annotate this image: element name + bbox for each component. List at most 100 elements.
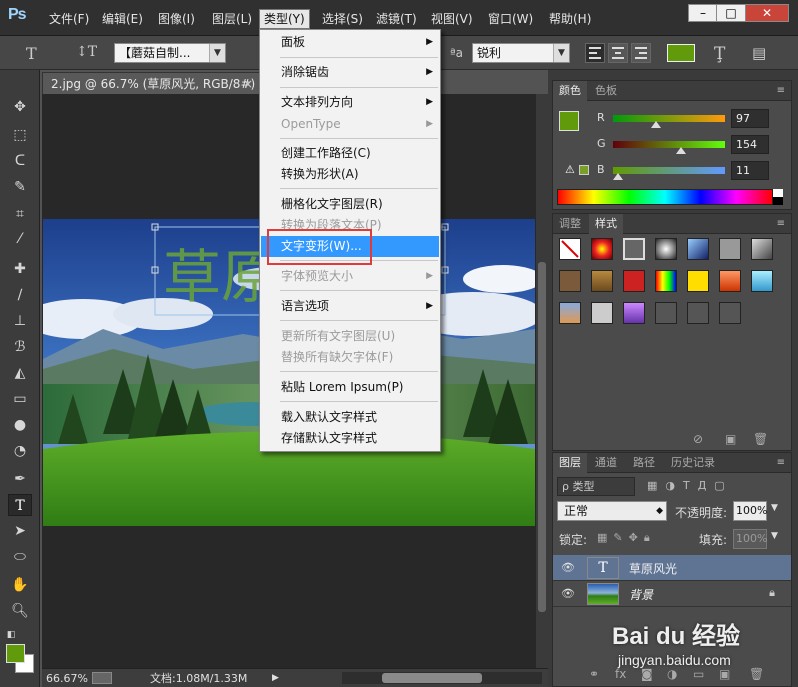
align-center-button[interactable] xyxy=(608,43,628,63)
move-tool-icon[interactable]: ✥ xyxy=(8,96,32,118)
fill-input[interactable]: 100% xyxy=(733,529,767,549)
panel-menu-icon[interactable]: ≡ xyxy=(777,85,785,96)
close-tab-icon[interactable]: × xyxy=(243,73,253,94)
pen-tool-icon[interactable]: ✒ xyxy=(8,468,32,490)
link-layers-icon[interactable]: ⚭ xyxy=(589,667,599,681)
menu-item-antialias[interactable]: 消除锯齿 ▶ xyxy=(261,62,439,83)
style-swatch[interactable] xyxy=(655,302,677,324)
style-swatch[interactable] xyxy=(591,270,613,292)
green-slider[interactable]: G 154 xyxy=(553,135,791,155)
style-swatch[interactable] xyxy=(623,238,645,260)
lock-icons[interactable]: ▦✎✥🔒︎ xyxy=(597,531,656,545)
menu-layer[interactable]: 图层(L) xyxy=(208,10,256,28)
character-panel-icon[interactable]: ▤ xyxy=(752,44,766,62)
layer-name[interactable]: 背景 xyxy=(629,586,653,603)
color-spectrum-bar[interactable] xyxy=(557,189,773,205)
document-tab[interactable]: 2.jpg @ 66.7% (草原风光, RGB/8#) * × xyxy=(42,72,260,94)
horizontal-scrollbar[interactable] xyxy=(342,672,542,684)
layer-filter-icons[interactable]: ▦◑TД▢ xyxy=(647,479,733,492)
menu-item-convert-to-shape[interactable]: 转换为形状(A) xyxy=(261,164,439,185)
new-style-icon[interactable]: ▣ xyxy=(725,432,736,446)
healing-brush-tool-icon[interactable]: ✚ xyxy=(8,258,32,280)
vertical-scrollbar[interactable] xyxy=(536,94,548,668)
eyedropper-tool-icon[interactable]: ⁄ xyxy=(8,228,32,250)
style-swatch[interactable] xyxy=(751,238,773,260)
style-swatch[interactable] xyxy=(559,270,581,292)
menu-item-create-work-path[interactable]: 创建工作路径(C) xyxy=(261,143,439,164)
chevron-down-icon[interactable]: ▼ xyxy=(771,503,778,513)
antialias-select[interactable]: 锐利 ▼ xyxy=(472,43,570,63)
panel-menu-icon[interactable]: ≡ xyxy=(777,457,785,468)
status-icon[interactable] xyxy=(92,672,112,684)
text-color-swatch[interactable] xyxy=(667,44,695,62)
style-swatch[interactable] xyxy=(719,270,741,292)
dodge-tool-icon[interactable]: ◔ xyxy=(8,440,32,462)
style-swatch[interactable] xyxy=(719,302,741,324)
clear-style-icon[interactable]: ⊘ xyxy=(693,432,703,446)
menu-type[interactable]: 类型(Y) xyxy=(259,9,310,29)
tab-adjustments[interactable]: 调整 xyxy=(553,214,587,234)
menu-item-replace-missing-fonts[interactable]: 替换所有缺欠字体(F) xyxy=(261,347,439,368)
black-swatch[interactable] xyxy=(773,197,783,205)
menu-item-text-orientation[interactable]: 文本排列方向 ▶ xyxy=(261,92,439,113)
menu-help[interactable]: 帮助(H) xyxy=(545,10,595,28)
style-swatch[interactable] xyxy=(655,238,677,260)
style-swatch[interactable] xyxy=(559,302,581,324)
delete-style-icon[interactable]: 🗑︎ xyxy=(753,432,768,446)
menu-window[interactable]: 窗口(W) xyxy=(484,10,537,28)
style-swatch[interactable] xyxy=(623,302,645,324)
eraser-tool-icon[interactable]: ◭ xyxy=(8,362,32,384)
style-swatch[interactable] xyxy=(655,270,677,292)
font-family-select[interactable]: 【蘑菇自制... ▼ xyxy=(114,43,226,63)
scrollbar-thumb[interactable] xyxy=(538,262,546,612)
align-right-button[interactable] xyxy=(631,43,651,63)
eye-icon[interactable]: 👁︎ xyxy=(561,561,575,574)
layer-name[interactable]: 草原风光 xyxy=(629,560,677,577)
stamp-tool-icon[interactable]: ⊥ xyxy=(8,310,32,332)
blue-value[interactable]: 11 xyxy=(731,161,769,180)
red-track[interactable] xyxy=(613,115,725,122)
layer-filter-select[interactable]: ρ 类型 xyxy=(557,477,635,496)
red-slider[interactable]: R 97 xyxy=(553,109,791,129)
hand-tool-icon[interactable]: ✋ xyxy=(8,574,32,596)
style-swatch[interactable] xyxy=(623,270,645,292)
align-left-button[interactable] xyxy=(585,43,605,63)
tab-channels[interactable]: 通道 xyxy=(589,453,623,473)
close-window-button[interactable]: ✕ xyxy=(745,4,789,22)
menu-file[interactable]: 文件(F) xyxy=(45,10,93,28)
tab-layers[interactable]: 图层 xyxy=(553,453,587,473)
menu-edit[interactable]: 编辑(E) xyxy=(98,10,147,28)
tab-swatches[interactable]: 色板 xyxy=(589,81,623,101)
menu-item-load-default-type-styles[interactable]: 载入默认文字样式 xyxy=(261,407,439,428)
style-swatch[interactable] xyxy=(751,270,773,292)
layer-row-background[interactable]: 👁︎ 背景 🔒︎ xyxy=(553,581,791,607)
gamut-warning-icon[interactable]: ⚠ xyxy=(565,163,575,176)
toggle-text-orientation-icon[interactable]: ↕T xyxy=(76,44,97,60)
scrollbar-thumb[interactable] xyxy=(382,673,482,683)
type-tool-icon[interactable]: T xyxy=(8,494,32,516)
blue-knob[interactable] xyxy=(612,173,623,180)
gamut-swatch[interactable] xyxy=(579,165,589,175)
menu-item-update-all-type-layers[interactable]: 更新所有文字图层(U) xyxy=(261,326,439,347)
warp-text-icon[interactable]: Ţ xyxy=(714,44,725,64)
lasso-tool-icon[interactable]: ᑕ xyxy=(8,150,32,172)
status-menu-arrow-icon[interactable]: ▶ xyxy=(272,669,279,687)
crop-tool-icon[interactable]: ⌗ xyxy=(8,203,32,225)
zoom-level[interactable]: 66.67% xyxy=(46,669,88,687)
tab-color[interactable]: 颜色 xyxy=(553,81,587,101)
menu-image[interactable]: 图像(I) xyxy=(154,10,199,28)
red-value[interactable]: 97 xyxy=(731,109,769,128)
panel-menu-icon[interactable]: ≡ xyxy=(777,218,785,229)
shape-tool-icon[interactable]: ⬭ xyxy=(8,546,32,568)
type-tool-preset-icon[interactable]: T xyxy=(26,44,37,63)
blend-mode-select[interactable]: 正常 ◆ xyxy=(557,501,667,521)
menu-item-paste-lorem-ipsum[interactable]: 粘贴 Lorem Ipsum(P) xyxy=(261,377,439,398)
style-swatch[interactable] xyxy=(591,238,613,260)
marquee-tool-icon[interactable]: ⬚ xyxy=(8,124,32,146)
minimize-button[interactable]: – xyxy=(688,4,718,22)
maximize-button[interactable]: □ xyxy=(716,4,746,22)
tab-history[interactable]: 历史记录 xyxy=(665,453,721,473)
eye-icon[interactable]: 👁︎ xyxy=(561,587,575,600)
style-swatch[interactable] xyxy=(687,302,709,324)
layer-row-text[interactable]: 👁︎ T 草原风光 xyxy=(553,555,791,581)
